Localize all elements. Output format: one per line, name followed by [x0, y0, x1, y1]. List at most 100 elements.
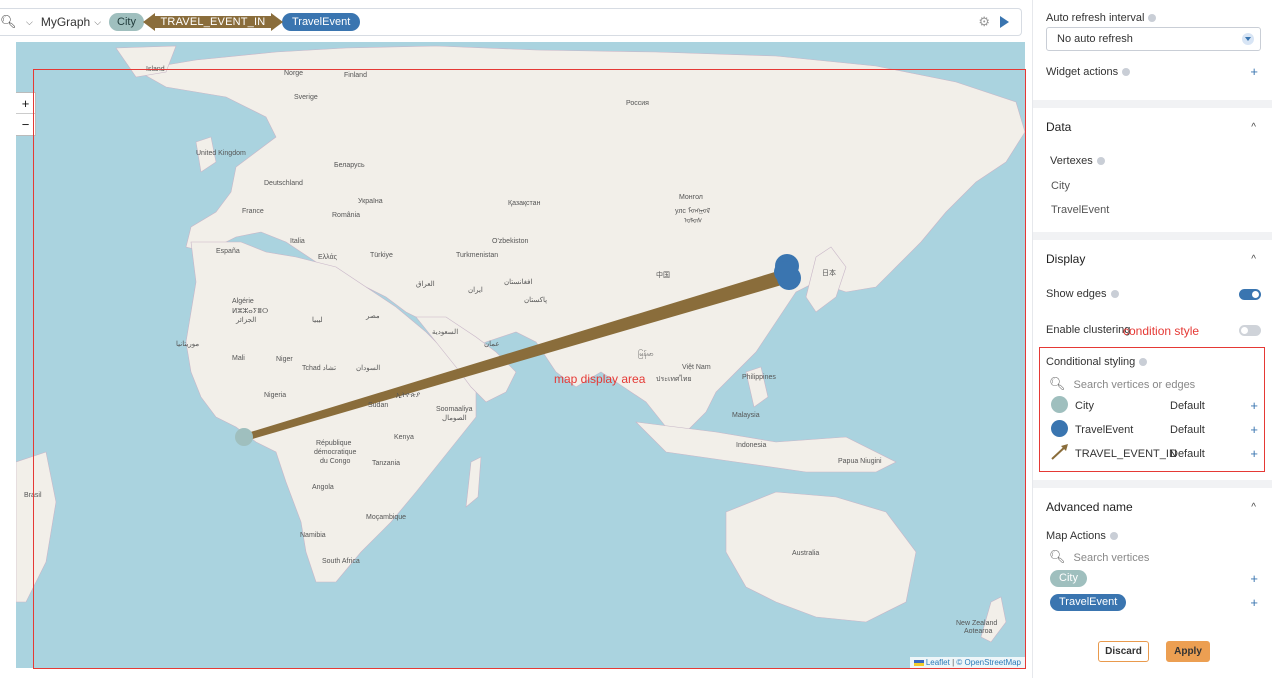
add-widget-action-button[interactable]: + [1250, 64, 1258, 79]
map-label: Malaysia [732, 412, 760, 419]
map-label: Sverige [294, 94, 318, 101]
graph-selector[interactable]: MyGraph [41, 15, 90, 29]
city-marker[interactable] [235, 428, 253, 446]
edge-pill[interactable]: TRAVEL_EVENT_IN [142, 13, 283, 31]
chevron-down-icon[interactable]: ⌵ [26, 17, 33, 28]
map-label: Україна [358, 198, 383, 205]
map-label: السودان [356, 365, 381, 372]
auto-refresh-label-text: Auto refresh interval [1046, 12, 1145, 24]
map-label: République [316, 440, 352, 447]
map-label: France [242, 208, 264, 215]
display-section-title: Display [1046, 252, 1086, 266]
collapse-advanced-icon[interactable]: ^ [1251, 502, 1256, 513]
collapse-display-icon[interactable]: ^ [1251, 254, 1256, 265]
auto-refresh-label: Auto refresh interval [1046, 12, 1157, 24]
zoom-in-button[interactable]: + [16, 93, 35, 114]
edge-label: TRAVEL_EVENT_IN [160, 16, 266, 28]
map-label: Deutschland [264, 180, 303, 187]
section-divider [1033, 100, 1272, 108]
vertexes-label-text: Vertexes [1050, 155, 1093, 167]
map-label: Монгол [679, 194, 703, 201]
map-label: السعودية [432, 329, 459, 336]
map-label: O'zbekiston [492, 238, 529, 245]
zoom-out-button[interactable]: − [16, 114, 35, 135]
map-label: 日本 [822, 270, 836, 277]
map-label: Россия [626, 100, 649, 107]
map-label: Mali [232, 355, 245, 362]
map-label: الصومال [442, 415, 467, 422]
map-label: Kenya [394, 434, 414, 441]
map-label: Қазақстан [508, 200, 541, 207]
map-label: Soomaaliya [436, 406, 473, 413]
info-icon [1148, 14, 1157, 23]
map-label: Papua Niugini [838, 458, 882, 465]
map-label: Indonesia [736, 442, 767, 449]
section-divider [1033, 232, 1272, 240]
map-label: España [216, 248, 240, 255]
map-label: New Zealand [956, 620, 998, 627]
show-edges-label: Show edges [1046, 288, 1119, 300]
advanced-section-title: Advanced name [1046, 500, 1133, 514]
graph-chevron-icon[interactable]: ⌵ [94, 17, 101, 28]
map-label: ليبيا [312, 317, 323, 324]
source-vertex-pill[interactable]: City [109, 13, 144, 31]
map-label: افغانستان [504, 279, 533, 286]
show-edges-label-text: Show edges [1046, 288, 1107, 300]
map-label: ኢትዮጵያ [396, 392, 421, 399]
apply-button[interactable]: Apply [1166, 641, 1210, 662]
target-vertex-pill[interactable]: TravelEvent [281, 13, 361, 31]
show-edges-toggle[interactable] [1239, 289, 1261, 300]
run-icon[interactable] [1000, 16, 1009, 28]
toggle-knob [1241, 327, 1248, 334]
map-action-chip-city[interactable]: City [1050, 570, 1087, 587]
vertex-item[interactable]: TravelEvent [1051, 204, 1109, 216]
map-label: عمان [484, 341, 500, 348]
map-label: South Africa [322, 558, 360, 565]
map-label: démocratique [314, 449, 357, 456]
map-label: Brasil [24, 492, 42, 499]
map-actions-label-text: Map Actions [1046, 530, 1106, 542]
leaflet-link[interactable]: Leaflet [926, 658, 950, 667]
map-label: Angola [312, 484, 334, 491]
info-icon [1122, 68, 1131, 77]
map-label: Sudan [368, 402, 389, 409]
map-label: الجزائر [236, 317, 257, 324]
map-label: العراق [416, 281, 435, 288]
query-bar: 🔍︎ ⌵ MyGraph ⌵ City TRAVEL_EVENT_IN Trav… [0, 8, 1022, 36]
discard-button[interactable]: Discard [1098, 641, 1149, 662]
map-action-chip-travel-event[interactable]: TravelEvent [1050, 594, 1127, 611]
ukraine-flag-icon [913, 659, 924, 666]
osm-link[interactable]: © OpenStreetMap [956, 658, 1021, 667]
auto-refresh-select[interactable]: No auto refresh [1046, 27, 1261, 51]
map-label: Tchad تشاد [302, 365, 337, 372]
vertex-item[interactable]: City [1051, 180, 1070, 192]
map-actions-search[interactable]: 🔍︎ Search vertices [1049, 549, 1149, 565]
clustering-toggle[interactable] [1239, 325, 1261, 336]
map-label: ⵍⵣⵣⴰⵢⴻⵔ [232, 308, 269, 315]
collapse-data-icon[interactable]: ^ [1251, 122, 1256, 133]
map-display[interactable]: + − Island Norge Finland Sverige Россия … [16, 42, 1025, 668]
map-label: du Congo [320, 458, 351, 465]
search-icon[interactable]: 🔍︎ [0, 14, 17, 30]
map-display-annotation: map display area [554, 372, 646, 386]
map-label: ایران [468, 287, 483, 294]
add-travel-event-action-button[interactable]: + [1250, 595, 1258, 610]
map-label: Aotearoa [964, 628, 993, 635]
map-actions-label: Map Actions [1046, 530, 1118, 542]
auto-refresh-value: No auto refresh [1057, 33, 1133, 45]
map-attribution: Leaflet | © OpenStreetMap [909, 657, 1025, 668]
gear-icon[interactable]: ⚙ [978, 14, 990, 30]
info-icon [1110, 290, 1119, 299]
map-label: Norge [284, 70, 304, 77]
add-city-action-button[interactable]: + [1250, 571, 1258, 586]
map-label: Việt Nam [682, 364, 711, 371]
widget-actions-label: Widget actions [1046, 66, 1131, 78]
map-label: 中国 [656, 272, 670, 279]
condition-style-annotation: condition style [1123, 324, 1200, 338]
map-label: Tanzania [372, 460, 401, 467]
toggle-knob [1252, 291, 1259, 298]
map-label: Algérie [232, 298, 254, 305]
map-label: Turkmenistan [456, 252, 499, 259]
map-label: Philippines [742, 374, 776, 381]
info-icon [1096, 157, 1105, 166]
